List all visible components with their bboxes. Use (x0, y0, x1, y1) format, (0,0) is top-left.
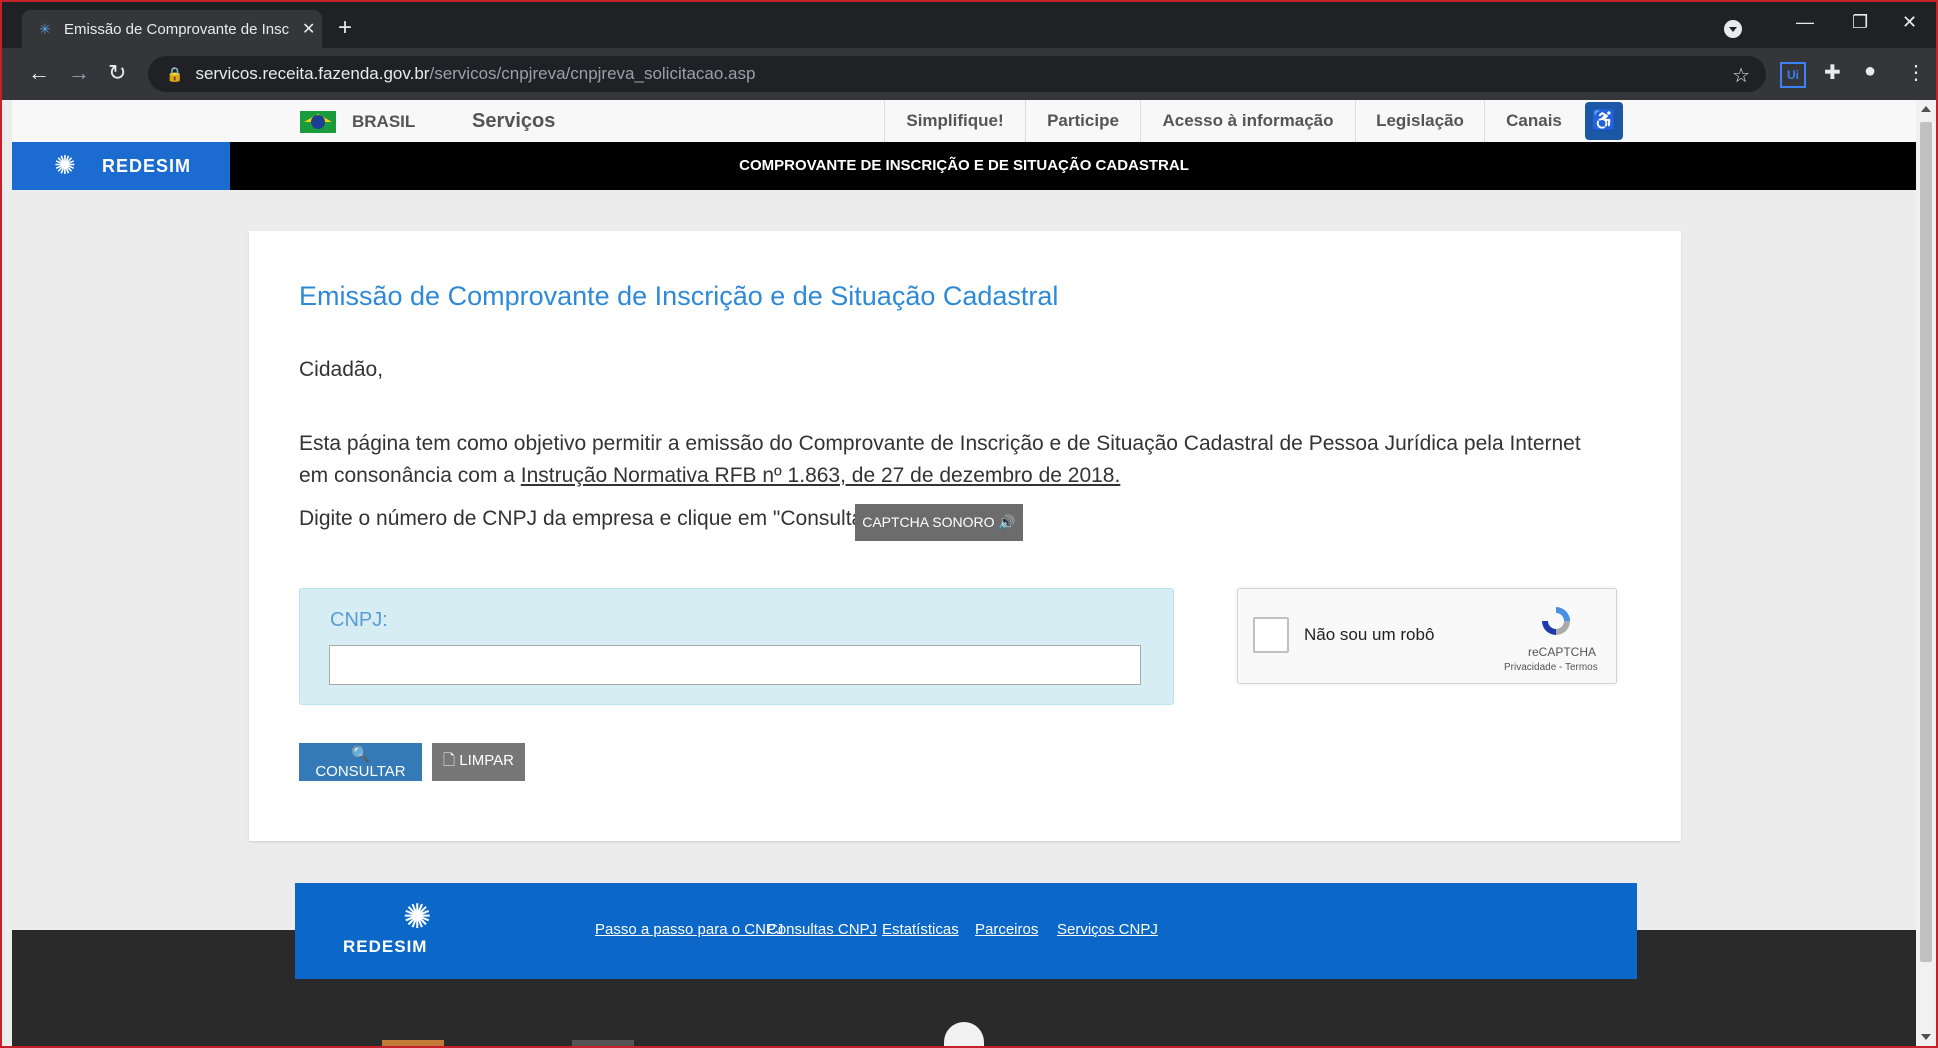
url-host: servicos.receita.fazenda.gov.br (195, 64, 430, 83)
footer-nav: ✺ REDESIM Passo a passo para o CNPJ Cons… (295, 883, 1637, 979)
browser-toolbar: ← → ↻ 🔒 servicos.receita.fazenda.gov.br /… (2, 48, 1936, 100)
footer-link-consultas[interactable]: Consultas CNPJ (767, 921, 877, 938)
lock-icon[interactable]: 🔒 (166, 66, 183, 83)
main-card: Emissão de Comprovante de Inscrição e de… (249, 231, 1681, 841)
gov-servicos-link[interactable]: Serviços (472, 110, 555, 133)
gov-link-acesso[interactable]: Acesso à informação (1140, 100, 1355, 142)
close-icon[interactable]: ✕ (1902, 12, 1917, 33)
page-viewport: BRASIL Serviços Simplifique! Participe A… (12, 100, 1916, 1046)
brazil-flag-icon (300, 111, 336, 133)
address-bar[interactable]: 🔒 servicos.receita.fazenda.gov.br/servic… (148, 56, 1766, 92)
scrollbar-thumb[interactable] (1920, 122, 1932, 962)
redesim-logo[interactable]: ✺ REDESIM (12, 142, 230, 190)
tab-title: Emissão de Comprovante de Insc (64, 20, 290, 38)
scroll-down-icon[interactable] (1921, 1034, 1931, 1040)
gov-link-simplifique[interactable]: Simplifique! (884, 100, 1025, 142)
profile-icon[interactable]: ● (1864, 60, 1876, 83)
restore-icon[interactable]: ❐ (1852, 12, 1868, 33)
scroll-up-icon[interactable] (1921, 106, 1931, 112)
greeting-text: Cidadão, (299, 358, 384, 381)
gov-link-canais[interactable]: Canais (1484, 100, 1583, 142)
instruction-text: Digite o número de CNPJ da empresa e cli… (299, 507, 884, 530)
accessibility-icon[interactable]: ♿ (1585, 102, 1623, 140)
new-tab-button[interactable]: + (338, 14, 352, 42)
redesim-burst-icon: ✺ (403, 898, 432, 936)
limpar-button[interactable]: 🗋 LIMPAR (432, 743, 525, 781)
description-text: Esta página tem como objetivo permitir a… (299, 428, 1599, 492)
forward-icon[interactable]: → (68, 60, 90, 86)
footer-link-parceiros[interactable]: Parceiros (975, 921, 1038, 938)
menu-icon[interactable]: ⋮ (1906, 60, 1926, 85)
footer-link-passo-a-passo[interactable]: Passo a passo para o CNPJ (595, 921, 783, 938)
recaptcha-terms-link[interactable]: Privacidade - Termos (1504, 662, 1598, 673)
recaptcha-label: Não sou um robô (1304, 625, 1435, 644)
page-scrollbar[interactable] (1916, 100, 1936, 1046)
cnpj-input[interactable] (329, 645, 1141, 685)
bookmark-star-icon[interactable]: ☆ (1732, 63, 1750, 88)
footer-strip (572, 1040, 634, 1046)
back-icon[interactable]: ← (28, 60, 50, 86)
footer-logo-text: REDESIM (343, 937, 428, 956)
recaptcha-widget: Não sou um robô reCAPTCHA Privacidade - … (1237, 588, 1617, 684)
tab-bar: ✳ Emissão de Comprovante de Insc ✕ + — ❐… (2, 2, 1936, 48)
recaptcha-brand: reCAPTCHA (1528, 645, 1597, 659)
url-path: /servicos/cnpjreva/cnpjreva_solicitacao.… (429, 64, 756, 83)
tab-close-icon[interactable]: ✕ (302, 19, 315, 39)
footer-redesim-logo[interactable]: ✺ REDESIM (343, 897, 453, 967)
tab-search-icon[interactable] (1724, 20, 1742, 38)
gov-link-legislacao[interactable]: Legislação (1355, 100, 1484, 142)
reload-icon[interactable]: ↻ (108, 60, 126, 86)
footer-link-estatisticas[interactable]: Estatísticas (882, 921, 959, 938)
page-title: Emissão de Comprovante de Inscrição e de… (299, 281, 1059, 311)
cnpj-form-box: CNPJ: (299, 588, 1174, 705)
redesim-star-icon: ✺ (54, 150, 76, 180)
normative-instruction-link[interactable]: Instrução Normativa RFB nº 1.863, de 27 … (521, 464, 1121, 487)
redesim-logo-text: REDESIM (102, 156, 192, 176)
browser-tab[interactable]: ✳ Emissão de Comprovante de Insc ✕ (22, 10, 322, 48)
minimize-icon[interactable]: — (1796, 12, 1814, 33)
redesim-favicon-icon: ✳ (39, 21, 51, 37)
consultar-button[interactable]: 🔍 CONSULTAR (299, 743, 422, 781)
redesim-page-title: COMPROVANTE DE INSCRIÇÃO E DE SITUAÇÃO C… (739, 157, 1189, 174)
recaptcha-logo-icon (1542, 607, 1570, 635)
gov-link-participe[interactable]: Participe (1025, 100, 1140, 142)
cnpj-label: CNPJ: (330, 609, 388, 631)
gov-bar: BRASIL Serviços Simplifique! Participe A… (12, 100, 1916, 143)
browser-window: ✳ Emissão de Comprovante de Insc ✕ + — ❐… (0, 0, 1938, 1048)
recaptcha-checkbox[interactable] (1253, 617, 1289, 653)
redesim-header: COMPROVANTE DE INSCRIÇÃO E DE SITUAÇÃO C… (12, 142, 1916, 190)
footer-strip (382, 1040, 444, 1046)
footer-link-servicos[interactable]: Serviços CNPJ (1057, 921, 1158, 938)
extensions-icon[interactable]: ✚ (1824, 60, 1841, 85)
gov-brasil-link[interactable]: BRASIL (352, 112, 415, 132)
uipath-icon[interactable]: Ui (1780, 62, 1806, 88)
captcha-audio-button[interactable]: CAPTCHA SONORO 🔊 (855, 504, 1023, 541)
